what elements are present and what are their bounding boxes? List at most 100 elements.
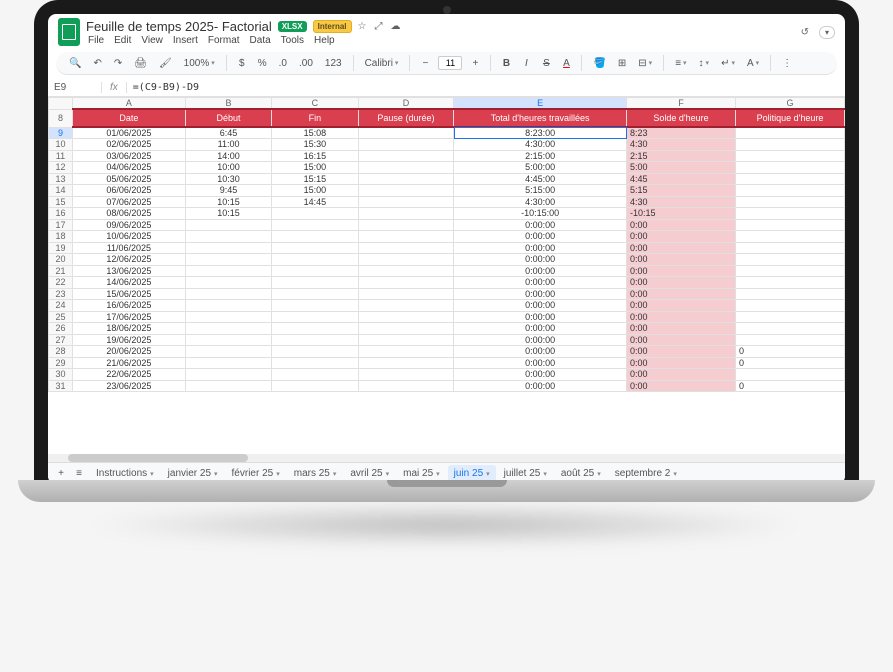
- cell-B14[interactable]: 9:45: [185, 185, 271, 197]
- cell-B15[interactable]: 10:15: [185, 196, 271, 208]
- row-header-18[interactable]: 18: [49, 231, 73, 243]
- cell-A26[interactable]: 18/06/2025: [72, 323, 185, 335]
- row-header-16[interactable]: 16: [49, 208, 73, 220]
- row-header-28[interactable]: 28: [49, 346, 73, 358]
- cell-C27[interactable]: [272, 334, 358, 346]
- cell-F14[interactable]: 5:15: [627, 185, 736, 197]
- cell-B22[interactable]: [185, 277, 271, 289]
- cell-F20[interactable]: 0:00: [627, 254, 736, 266]
- menu-help[interactable]: Help: [314, 35, 335, 46]
- font-select[interactable]: Calibri▾: [362, 56, 402, 71]
- cell-C29[interactable]: [272, 357, 358, 369]
- cell-F13[interactable]: 4:45: [627, 173, 736, 185]
- cell-C21[interactable]: [272, 265, 358, 277]
- cell-E27[interactable]: 0:00:00: [454, 334, 627, 346]
- cell-A24[interactable]: 16/06/2025: [72, 300, 185, 312]
- header-cell-G[interactable]: Politique d'heure: [735, 109, 844, 127]
- cell-C17[interactable]: [272, 219, 358, 231]
- cell-C9[interactable]: 15:08: [272, 127, 358, 139]
- cell-E25[interactable]: 0:00:00: [454, 311, 627, 323]
- cell-G28[interactable]: 0: [735, 346, 844, 358]
- cell-G11[interactable]: [735, 150, 844, 162]
- cell-C23[interactable]: [272, 288, 358, 300]
- row-header-30[interactable]: 30: [49, 369, 73, 381]
- number-format-select[interactable]: 123: [322, 56, 345, 71]
- cell-F24[interactable]: 0:00: [627, 300, 736, 312]
- cell-C31[interactable]: [272, 380, 358, 392]
- menu-format[interactable]: Format: [208, 35, 240, 46]
- cell-E15[interactable]: 4:30:00: [454, 196, 627, 208]
- cell-E31[interactable]: 0:00:00: [454, 380, 627, 392]
- header-cell-D[interactable]: Pause (durée): [358, 109, 454, 127]
- cell-F19[interactable]: 0:00: [627, 242, 736, 254]
- cell-E30[interactable]: 0:00:00: [454, 369, 627, 381]
- cell-G26[interactable]: [735, 323, 844, 335]
- increase-decimal-button[interactable]: .00: [296, 56, 316, 71]
- row-header-26[interactable]: 26: [49, 323, 73, 335]
- spreadsheet-grid[interactable]: ABCDEFG8DateDébutFinPause (durée)Total d…: [48, 97, 845, 454]
- paint-format-button[interactable]: 🖌: [156, 56, 175, 71]
- cell-B25[interactable]: [185, 311, 271, 323]
- cell-A23[interactable]: 15/06/2025: [72, 288, 185, 300]
- header-cell-E[interactable]: Total d'heures travaillées: [454, 109, 627, 127]
- chevron-down-icon[interactable]: ▾: [150, 470, 154, 478]
- row-header-19[interactable]: 19: [49, 242, 73, 254]
- row-header-31[interactable]: 31: [49, 380, 73, 392]
- cell-A14[interactable]: 06/06/2025: [72, 185, 185, 197]
- cell-G17[interactable]: [735, 219, 844, 231]
- cell-D19[interactable]: [358, 242, 454, 254]
- fill-color-button[interactable]: 🪣: [590, 56, 608, 71]
- cell-E12[interactable]: 5:00:00: [454, 162, 627, 174]
- cell-D22[interactable]: [358, 277, 454, 289]
- cell-B9[interactable]: 6:45: [185, 127, 271, 139]
- chevron-down-icon[interactable]: ▾: [597, 470, 601, 478]
- menu-edit[interactable]: Edit: [114, 35, 131, 46]
- header-cell-B[interactable]: Début: [185, 109, 271, 127]
- cell-E11[interactable]: 2:15:00: [454, 150, 627, 162]
- cell-B30[interactable]: [185, 369, 271, 381]
- cell-B23[interactable]: [185, 288, 271, 300]
- row-header-15[interactable]: 15: [49, 196, 73, 208]
- doc-title[interactable]: Feuille de temps 2025- Factorial: [86, 19, 272, 34]
- font-size-input[interactable]: [438, 56, 462, 70]
- cell-F22[interactable]: 0:00: [627, 277, 736, 289]
- cell-A16[interactable]: 08/06/2025: [72, 208, 185, 220]
- menu-view[interactable]: View: [141, 35, 163, 46]
- cell-C30[interactable]: [272, 369, 358, 381]
- cell-A15[interactable]: 07/06/2025: [72, 196, 185, 208]
- cell-D16[interactable]: [358, 208, 454, 220]
- cell-G18[interactable]: [735, 231, 844, 243]
- row-header-24[interactable]: 24: [49, 300, 73, 312]
- more-menu-icon[interactable]: ▾: [819, 26, 835, 39]
- cell-F12[interactable]: 5:00: [627, 162, 736, 174]
- row-header-12[interactable]: 12: [49, 162, 73, 174]
- cell-C16[interactable]: [272, 208, 358, 220]
- cell-G27[interactable]: [735, 334, 844, 346]
- print-button[interactable]: 🖨: [131, 56, 150, 71]
- cell-E21[interactable]: 0:00:00: [454, 265, 627, 277]
- chevron-down-icon[interactable]: ▾: [214, 470, 218, 478]
- cell-E20[interactable]: 0:00:00: [454, 254, 627, 266]
- col-header-C[interactable]: C: [272, 98, 358, 110]
- cell-A27[interactable]: 19/06/2025: [72, 334, 185, 346]
- chevron-down-icon[interactable]: ▾: [386, 470, 390, 478]
- cell-B27[interactable]: [185, 334, 271, 346]
- cell-F21[interactable]: 0:00: [627, 265, 736, 277]
- italic-button[interactable]: I: [519, 56, 533, 71]
- cell-D11[interactable]: [358, 150, 454, 162]
- cell-F17[interactable]: 0:00: [627, 219, 736, 231]
- row-header-8[interactable]: 8: [49, 109, 73, 127]
- cell-E24[interactable]: 0:00:00: [454, 300, 627, 312]
- cell-D18[interactable]: [358, 231, 454, 243]
- header-cell-A[interactable]: Date: [72, 109, 185, 127]
- cell-D26[interactable]: [358, 323, 454, 335]
- cell-D15[interactable]: [358, 196, 454, 208]
- cell-G31[interactable]: 0: [735, 380, 844, 392]
- cell-E26[interactable]: 0:00:00: [454, 323, 627, 335]
- cell-E9[interactable]: 8:23:00: [454, 127, 627, 139]
- vertical-align-button[interactable]: ↕▾: [696, 56, 713, 71]
- cell-D28[interactable]: [358, 346, 454, 358]
- cell-D12[interactable]: [358, 162, 454, 174]
- redo-button[interactable]: ↷: [111, 56, 125, 71]
- cell-G23[interactable]: [735, 288, 844, 300]
